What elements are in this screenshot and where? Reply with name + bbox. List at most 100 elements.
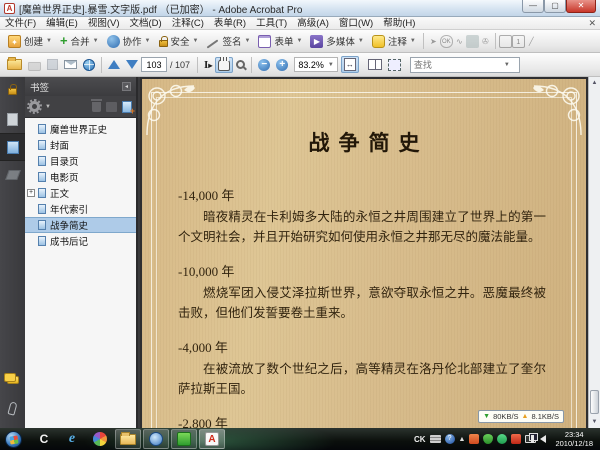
bookmark-item[interactable]: 魔兽世界正史 [25, 121, 136, 137]
secure-button[interactable]: 安全 ▼ [155, 32, 203, 50]
vertical-scrollbar[interactable]: ▲ ▼ [588, 77, 600, 428]
zoom-out-button[interactable]: − [255, 57, 273, 73]
tray-app2-icon[interactable] [497, 434, 508, 444]
arrow-up-icon [108, 60, 120, 69]
bookmark-options-icon[interactable] [27, 99, 42, 114]
tray-app3-icon[interactable] [511, 434, 522, 444]
zoom-level-select[interactable]: 83.2% ▼ [294, 57, 338, 72]
callout-tool-icon [498, 34, 512, 48]
zoom-in-button[interactable]: + [273, 57, 291, 73]
page-number-input[interactable] [141, 57, 167, 72]
forms-button[interactable]: 表单 ▼ [254, 32, 306, 50]
menu-forms[interactable]: 表单(R) [209, 17, 251, 30]
document-close-icon[interactable]: ✕ [588, 17, 596, 29]
bookmarks-panel-button[interactable] [0, 133, 25, 161]
multimedia-button[interactable]: ▶ 多媒体 ▼ [306, 32, 367, 50]
taskbar-browser-window[interactable] [143, 429, 169, 449]
zoom-level-value: 83.2% [298, 59, 324, 70]
taskbar-explorer-window[interactable] [115, 429, 141, 449]
taskbar-clock[interactable]: 23:34 2010/12/18 [550, 430, 596, 448]
print-button[interactable] [25, 57, 44, 73]
bookmarks-list: 魔兽世界正史 封面 目录页 电影页 + 正文 年代索引 战争简史 成书后记 [25, 118, 136, 428]
menu-document[interactable]: 文档(D) [124, 17, 166, 30]
envelope-icon [64, 60, 77, 69]
bookmark-item[interactable]: + 正文 [25, 185, 136, 201]
previous-page-button[interactable] [105, 58, 123, 71]
delete-bookmark-icon[interactable] [91, 98, 102, 112]
scroll-down-icon[interactable]: ▼ [589, 416, 600, 428]
tray-app1-icon[interactable] [469, 434, 480, 444]
tray-shield-icon[interactable] [483, 434, 494, 444]
select-tool-icon: I▸ [204, 58, 213, 71]
paperclip-icon [7, 400, 18, 416]
menu-window[interactable]: 窗口(W) [334, 17, 378, 30]
menu-tools[interactable]: 工具(T) [251, 17, 292, 30]
scrollbar-thumb[interactable] [590, 390, 599, 414]
security-panel-button[interactable] [0, 77, 25, 105]
ime-indicator[interactable]: CK [414, 435, 426, 444]
start-button[interactable] [5, 430, 22, 448]
bookmarks-icon [6, 140, 19, 154]
volume-icon[interactable] [531, 435, 547, 443]
navigation-toolbar: / 107 I▸ − + 83.2% ▼ ↔ ▼ [0, 53, 600, 77]
attachments-panel-button[interactable] [0, 394, 25, 422]
marquee-zoom-button[interactable] [233, 58, 248, 71]
bookmark-page-icon [38, 220, 46, 230]
bookmark-item[interactable]: 封面 [25, 137, 136, 153]
create-button[interactable]: ✦ 创建 ▼ [4, 32, 56, 50]
save-button[interactable] [44, 57, 61, 72]
taskbar-pinwheel-app[interactable] [87, 429, 113, 449]
sign-button[interactable]: 签名 ▼ [202, 32, 254, 50]
keyboard-icon[interactable] [429, 435, 441, 443]
two-page-view-button[interactable] [365, 57, 385, 72]
bookmark-item[interactable]: 目录页 [25, 153, 136, 169]
bookmark-item[interactable]: 年代索引 [25, 201, 136, 217]
taskbar-app-c[interactable]: C [31, 429, 57, 449]
comments-panel-button[interactable] [0, 366, 25, 394]
menu-view[interactable]: 视图(V) [83, 17, 125, 30]
fit-width-button[interactable]: ↔ [340, 56, 359, 73]
upload-speed: 8.1KB/S [531, 412, 559, 421]
clock-time: 23:34 [564, 430, 584, 439]
minimize-button[interactable]: — [522, 0, 544, 13]
tray-expand-icon[interactable]: ▲ [459, 436, 466, 443]
layers-panel-button[interactable] [0, 161, 25, 189]
expand-icon[interactable]: + [27, 189, 35, 197]
page-title: 战争简史 [308, 130, 429, 155]
upload-arrow-icon: ▲ [521, 413, 529, 420]
menu-comments[interactable]: 注释(C) [167, 17, 209, 30]
full-screen-button[interactable] [385, 57, 404, 73]
combine-button[interactable]: + 合并 ▼ [56, 32, 103, 50]
pages-panel-button[interactable] [0, 105, 25, 133]
collaborate-button[interactable]: 协作 ▼ [103, 32, 155, 50]
menu-help[interactable]: 帮助(H) [378, 17, 420, 30]
help-tray-icon[interactable]: ? [444, 434, 455, 444]
hand-tool-button[interactable] [215, 56, 234, 73]
new-bookmark-icon[interactable] [122, 100, 135, 116]
email-button[interactable] [61, 58, 80, 71]
find-options-icon[interactable]: ▼ [504, 62, 510, 68]
bookmark-item[interactable]: 成书后记 [25, 233, 136, 249]
open-button[interactable] [4, 57, 25, 72]
scroll-up-icon[interactable]: ▲ [589, 77, 600, 89]
bookmark-item-selected[interactable]: 战争简史 [25, 217, 136, 233]
select-tool-button[interactable]: I▸ [201, 57, 215, 73]
taskbar-green-app-window[interactable] [171, 429, 197, 449]
acrobat-app-icon: A [4, 2, 15, 14]
bookmark-item[interactable]: 电影页 [25, 169, 136, 185]
taskbar-acrobat-window[interactable]: A [199, 429, 225, 449]
timeline-year: -14,000 年 [178, 188, 235, 203]
upload-web-button[interactable] [80, 57, 98, 73]
taskbar-internet-explorer[interactable]: e [59, 429, 85, 449]
menu-file[interactable]: 文件(F) [0, 17, 41, 30]
comment-button[interactable]: 注释 ▼ [368, 32, 420, 50]
menu-advanced[interactable]: 高级(A) [292, 17, 334, 30]
highlight-bookmark-icon[interactable] [106, 101, 117, 112]
next-page-button[interactable] [123, 58, 141, 71]
maximize-button[interactable]: ▢ [544, 0, 566, 13]
document-view[interactable]: 战争简史 -14,000 年 暗夜精灵在卡利姆多大陆的永恒之井周围建立了世界上的… [140, 77, 588, 428]
panel-collapse-button[interactable]: ◂ [122, 82, 131, 91]
menu-edit[interactable]: 编辑(E) [41, 17, 83, 30]
find-input[interactable] [413, 59, 504, 70]
close-button[interactable]: ✕ [566, 0, 596, 13]
